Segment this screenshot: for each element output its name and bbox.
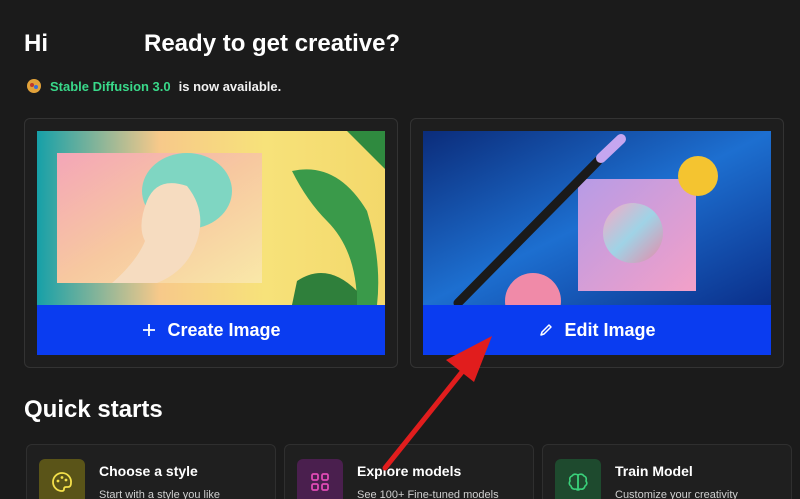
greeting-title: Ready to get creative? — [144, 30, 401, 57]
announcement-text: is now available. — [178, 78, 282, 94]
edit-image-illustration — [423, 131, 771, 305]
edit-image-label: Edit Image — [564, 319, 656, 340]
quick-starts-heading: Quick starts — [24, 396, 163, 423]
quick-start-desc: See 100+ Fine-tuned models — [357, 489, 499, 499]
palette-icon — [39, 459, 85, 499]
announcement-banner: Stable Diffusion 3.0 is now available. — [26, 78, 281, 94]
edit-image-card[interactable]: Edit Image — [410, 118, 784, 368]
quick-start-choose-style[interactable]: Choose a style Start with a style you li… — [26, 444, 276, 499]
quick-start-explore-models[interactable]: Explore models See 100+ Fine-tuned model… — [284, 444, 534, 499]
grid-icon — [297, 459, 343, 499]
create-image-card[interactable]: Create Image — [24, 118, 398, 368]
edit-image-button[interactable]: Edit Image — [423, 305, 771, 355]
announcement-model-link[interactable]: Stable Diffusion 3.0 — [50, 79, 171, 94]
quick-start-desc: Start with a style you like — [99, 489, 221, 499]
greeting-hi: Hi — [24, 30, 48, 57]
create-image-illustration — [37, 131, 385, 305]
rocket-emoji-icon — [27, 79, 41, 93]
quick-start-title: Choose a style — [99, 463, 198, 479]
plus-icon — [143, 324, 156, 336]
quick-start-title: Explore models — [357, 463, 462, 479]
quick-start-desc: Customize your creativity — [615, 489, 738, 499]
brain-icon — [555, 459, 601, 499]
create-image-button[interactable]: Create Image — [37, 305, 385, 355]
create-image-label: Create Image — [167, 319, 281, 340]
quick-start-title: Train Model — [615, 463, 693, 479]
pencil-icon — [540, 324, 553, 336]
quick-start-train-model[interactable]: Train Model Customize your creativity — [542, 444, 792, 499]
